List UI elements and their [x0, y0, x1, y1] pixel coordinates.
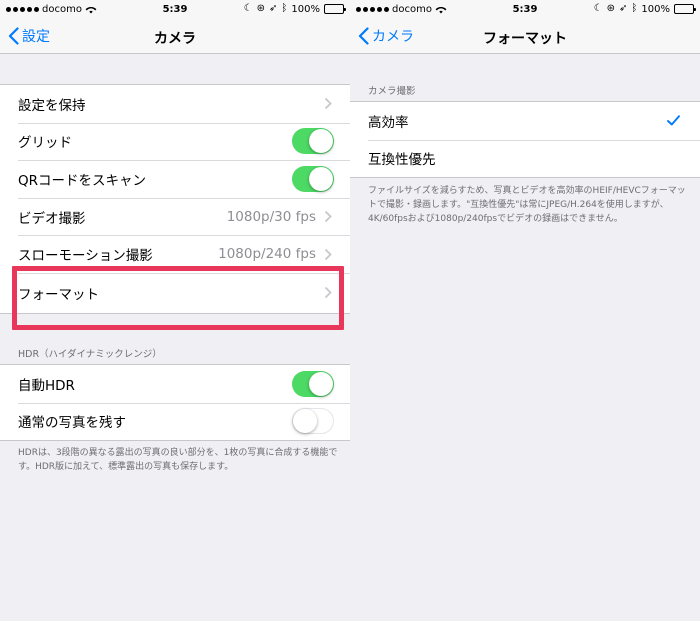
row-label: 通常の写真を残す — [18, 415, 126, 432]
camera-settings-screen: docomo 5:39 ☾ ⊛ ➶ ᛒ 100% 設定 カメラ 設定を保持 グリ… — [0, 0, 350, 621]
navigation-bar: カメラ フォーマット — [350, 20, 700, 54]
hdr-section-header: HDR（ハイダイナミックレンジ） — [18, 349, 162, 360]
row-video-recording[interactable]: ビデオ撮影 1080p/30 fps — [0, 197, 350, 236]
orientation-lock-icon: ⊛ — [606, 3, 616, 14]
qr-scan-toggle[interactable] — [292, 165, 334, 192]
row-preserve-settings[interactable]: 設定を保持 — [0, 85, 350, 123]
status-right: ☾ ⊛ ➶ ᛒ 100% — [593, 3, 696, 15]
option-high-efficiency[interactable]: 高効率 — [350, 102, 700, 140]
row-label: ビデオ撮影 — [18, 210, 86, 227]
hdr-footer-note: HDRは、3段階の異なる露出の写真の良い部分を、1枚の写真に合成する機能です。H… — [18, 448, 338, 472]
row-label: スローモーション撮影 — [18, 248, 153, 265]
camera-capture-section-header: カメラ撮影 — [368, 86, 416, 97]
row-label: 設定を保持 — [18, 97, 86, 114]
chevron-right-icon — [324, 210, 332, 223]
bluetooth-icon: ᛒ — [631, 3, 638, 14]
format-options-group: 高効率 互換性優先 — [350, 101, 700, 179]
keep-normal-photo-toggle[interactable] — [292, 408, 334, 435]
chevron-right-icon — [324, 248, 332, 260]
option-label: 高効率 — [368, 114, 409, 131]
auto-hdr-toggle[interactable] — [292, 370, 334, 397]
moon-icon: ☾ — [593, 3, 603, 14]
row-qr-scan: QRコードをスキャン — [0, 160, 350, 198]
battery-icon — [324, 4, 346, 14]
page-title: フォーマット — [483, 31, 567, 47]
status-bar: docomo 5:39 ☾ ⊛ ➶ ᛒ 100% — [350, 0, 700, 20]
row-label: 自動HDR — [18, 377, 75, 394]
moon-icon: ☾ — [243, 3, 253, 14]
row-keep-normal-photo: 通常の写真を残す — [0, 402, 350, 441]
format-footer-note: ファイルサイズを減らすため、写真とビデオを高効率のHEIF/HEVCフォーマット… — [368, 186, 686, 224]
status-bar: docomo 5:39 ☾ ⊛ ➶ ᛒ 100% — [0, 0, 350, 20]
row-label: QRコードをスキャン — [18, 172, 147, 189]
row-value: 1080p/30 fps — [226, 208, 316, 225]
battery-icon — [674, 4, 696, 14]
page-title: カメラ — [154, 31, 196, 47]
row-auto-hdr: 自動HDR — [0, 365, 350, 403]
location-arrow-icon: ➶ — [269, 3, 278, 14]
format-row-highlight — [12, 266, 344, 330]
orientation-lock-icon: ⊛ — [256, 3, 266, 14]
screenshot-stage: docomo 5:39 ☾ ⊛ ➶ ᛒ 100% 設定 カメラ 設定を保持 グリ… — [0, 0, 700, 621]
format-screen: docomo 5:39 ☾ ⊛ ➶ ᛒ 100% カメラ フォーマット カメラ撮… — [350, 0, 700, 621]
option-most-compatible[interactable]: 互換性優先 — [350, 139, 700, 178]
status-right: ☾ ⊛ ➶ ᛒ 100% — [243, 3, 346, 15]
checkmark-icon — [667, 115, 680, 126]
battery-percent: 100% — [641, 3, 670, 15]
row-value: 1080p/240 fps — [218, 246, 316, 263]
hdr-group: 自動HDR 通常の写真を残す — [0, 364, 350, 442]
grid-toggle[interactable] — [292, 128, 334, 155]
navigation-bar: 設定 カメラ — [0, 20, 350, 54]
row-label: グリッド — [18, 135, 72, 152]
chevron-right-icon — [324, 98, 332, 110]
row-grid: グリッド — [0, 122, 350, 161]
option-label: 互換性優先 — [368, 152, 436, 169]
bluetooth-icon: ᛒ — [281, 3, 288, 14]
location-arrow-icon: ➶ — [619, 3, 628, 14]
battery-percent: 100% — [291, 3, 320, 15]
